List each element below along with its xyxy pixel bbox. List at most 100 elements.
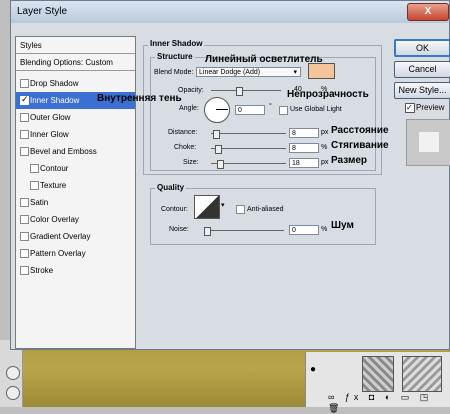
styles-header-label: Styles [20,41,42,50]
choke-label: Choke: [174,144,197,151]
noise-slider[interactable] [204,230,284,231]
ok-button[interactable]: OK [394,39,450,57]
checkbox[interactable] [20,249,29,258]
angle-input[interactable]: 0 [235,105,265,115]
preview-swatch [406,119,450,166]
contour-picker[interactable] [194,195,220,219]
anti-aliased-label: Anti-aliased [247,206,284,213]
angle-value: 0 [238,107,242,114]
cancel-button[interactable]: Cancel [394,61,450,78]
new-style-button[interactable]: New Style... [394,82,450,99]
noise-label: Noise: [169,226,189,233]
close-button[interactable]: X [407,3,449,21]
preview-sample [419,132,439,152]
noise-slider-thumb[interactable] [204,227,211,236]
annotation-distance: Расстояние [331,125,389,136]
style-item-label: Contour [40,164,69,173]
checkbox[interactable] [20,232,29,241]
style-item-label: Pattern Overlay [30,249,86,258]
checkbox[interactable] [20,215,29,224]
style-item-pattern-overlay[interactable]: Pattern Overlay [16,245,135,262]
opacity-slider-thumb[interactable] [236,87,243,96]
checkbox[interactable] [30,164,39,173]
blend-mode-select[interactable]: Linear Dodge (Add) ▾ [196,67,301,77]
blending-options-label: Blending Options: Custom [20,58,113,67]
style-item-label: Gradient Overlay [30,232,91,241]
style-item-label: Drop Shadow [30,79,79,88]
size-input[interactable]: 18 [289,158,319,168]
preview-checkbox[interactable]: ✓ [405,103,415,113]
structure-title: Structure [155,52,195,61]
noise-unit: % [321,226,328,233]
distance-slider[interactable] [211,133,286,134]
styles-list: Styles Blending Options: Custom Drop Sha… [15,36,136,349]
distance-input[interactable]: 8 [289,128,319,138]
size-unit: px [321,159,329,166]
choke-value: 8 [292,145,296,152]
style-item-outer-glow[interactable]: Outer Glow [16,109,135,126]
distance-value: 8 [292,130,296,137]
distance-slider-thumb[interactable] [213,130,220,139]
style-item-stroke[interactable]: Stroke [16,262,135,279]
checkbox[interactable] [20,147,29,156]
title-bar: Layer Style X [11,1,449,23]
style-item-label: Inner Shadow [30,96,80,105]
style-item-drop-shadow[interactable]: Drop Shadow [16,75,135,92]
check-icon: ✓ [21,94,29,104]
global-light-label: Use Global Light [290,106,342,113]
inner-shadow-title: Inner Shadow [148,39,205,48]
checkbox[interactable] [20,266,29,275]
style-item-label: Bevel and Emboss [30,147,97,156]
distance-unit: px [321,129,329,136]
noise-input[interactable]: 0 [289,225,319,235]
style-item-gradient-overlay[interactable]: Gradient Overlay [16,228,135,245]
size-slider-thumb[interactable] [217,160,224,169]
layers-panel: ● ∞ ƒx ◘ ◐ ▭ ◳ 🗑 [305,352,450,413]
checkbox[interactable] [20,113,29,122]
anti-aliased-checkbox[interactable] [236,205,245,214]
style-item-texture[interactable]: Texture [16,177,135,194]
style-item-bevel-emboss[interactable]: Bevel and Emboss [16,143,135,160]
style-item-label: Inner Glow [30,130,69,139]
angle-unit: ° [269,103,272,110]
style-item-label: Color Overlay [30,215,79,224]
style-item-label: Texture [40,181,67,190]
annotation-noise: Шум [331,220,354,231]
checkbox[interactable] [20,198,29,207]
angle-dial[interactable] [204,97,230,123]
contour-label: Contour: [161,206,188,213]
tool-icon[interactable] [6,366,20,380]
choke-slider-thumb[interactable] [215,145,222,154]
style-item-inner-glow[interactable]: Inner Glow [16,126,135,143]
checkbox[interactable] [20,79,29,88]
dialog-title: Layer Style [17,6,68,17]
checkbox[interactable] [30,181,39,190]
noise-value: 0 [292,227,296,234]
style-item-satin[interactable]: Satin [16,194,135,211]
layer-actions-icons[interactable]: ∞ ƒx ◘ ◐ ▭ ◳ 🗑 [328,392,450,414]
chevron-down-icon[interactable]: ▾ [221,201,225,209]
checkbox[interactable]: ✓ [20,94,29,105]
checkbox[interactable] [20,130,29,139]
annotation-choke: Стягивание [331,140,389,151]
chevron-down-icon: ▾ [293,69,297,76]
preview-label: Preview [416,103,445,112]
style-item-contour[interactable]: Contour [16,160,135,177]
style-item-color-overlay[interactable]: Color Overlay [16,211,135,228]
choke-input[interactable]: 8 [289,143,319,153]
styles-header[interactable]: Styles [16,37,135,54]
annotation-size: Размер [331,155,368,166]
opacity-slider[interactable] [211,90,281,91]
blending-options[interactable]: Blending Options: Custom [16,54,135,71]
choke-slider[interactable] [211,148,286,149]
global-light-checkbox[interactable] [279,106,288,115]
opacity-label: Opacity: [178,87,204,94]
eye-icon[interactable]: ● [310,364,316,375]
layer-style-dialog: Layer Style X Styles Blending Options: C… [10,0,450,350]
style-item-label: Satin [30,198,49,207]
quality-group [150,188,376,245]
annotation-inner-shadow: Внутренняя тень [97,93,182,104]
shadow-color-swatch[interactable] [308,63,335,79]
tool-icon[interactable] [6,386,20,400]
angle-label: Angle: [179,105,199,112]
